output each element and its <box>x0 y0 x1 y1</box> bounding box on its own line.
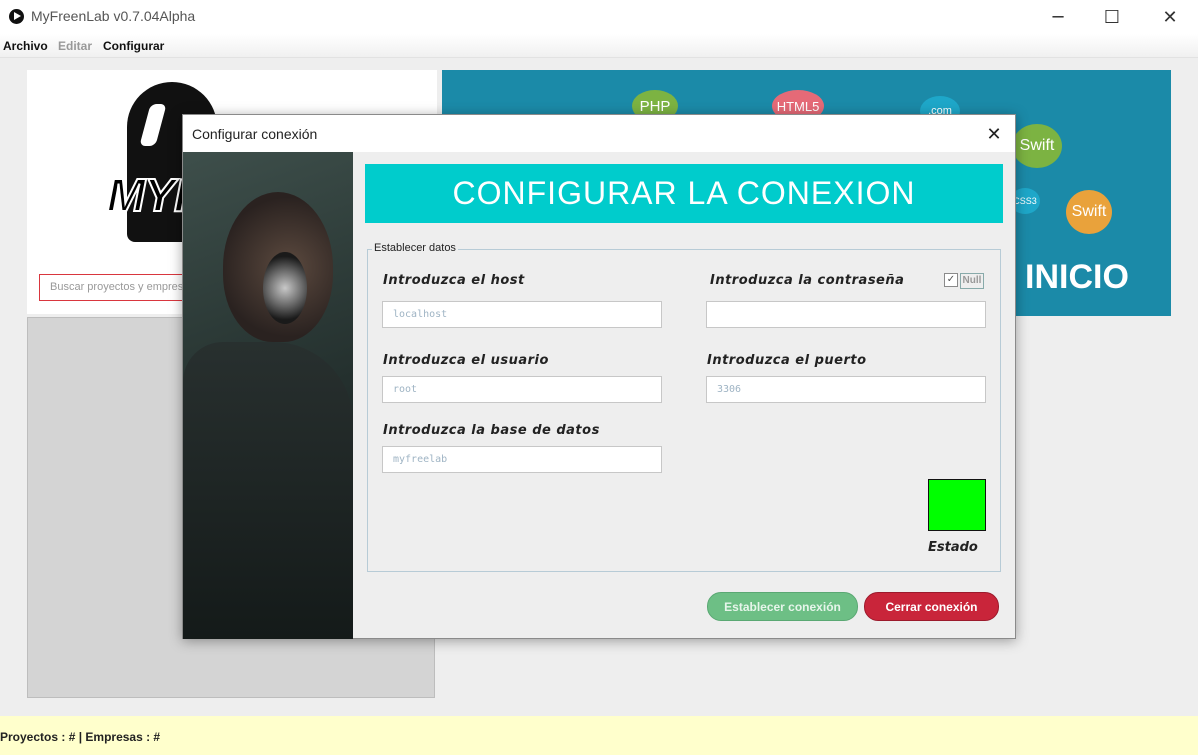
configure-connection-dialog: Configurar conexión ✕ CONFIGURAR LA CONE… <box>182 114 1016 639</box>
user-label: Introduzca el usuario <box>383 353 549 368</box>
close-connection-button[interactable]: Cerrar conexión <box>864 592 999 621</box>
menu-configurar[interactable]: Configurar <box>103 39 164 53</box>
null-checkbox[interactable]: ✓ <box>944 273 958 287</box>
dialog-close-button[interactable]: ✕ <box>981 121 1007 147</box>
user-field[interactable]: root <box>382 376 662 403</box>
menu-editar[interactable]: Editar <box>58 39 92 53</box>
app-icon <box>9 9 24 24</box>
swift-bubble: Swift <box>1012 124 1062 168</box>
fieldset-legend: Establecer datos <box>372 242 458 254</box>
database-label: Introduzca la base de datos <box>383 423 600 438</box>
establish-connection-button[interactable]: Establecer conexión <box>707 592 858 621</box>
password-label: Introduzca la contraseña <box>710 273 905 288</box>
host-label: Introduzca el host <box>383 273 525 288</box>
status-counts: Proyectos : # | Empresas : # <box>0 730 161 744</box>
close-window-button[interactable]: ✕ <box>1147 0 1193 34</box>
null-checkbox-label[interactable]: Null <box>960 273 984 289</box>
dialog-header-banner: CONFIGURAR LA CONEXION <box>365 164 1003 223</box>
window-titlebar: MyFreenLab v0.7.04Alpha ─ ☐ ✕ <box>0 0 1198 34</box>
window-title: MyFreenLab v0.7.04Alpha <box>31 8 196 24</box>
person-body-shape <box>183 342 353 639</box>
minimize-button[interactable]: ─ <box>1035 0 1081 34</box>
dialog-title: Configurar conexión <box>192 126 318 142</box>
developer-photo <box>183 152 353 639</box>
status-label: Estado <box>928 540 978 555</box>
connection-fieldset: Establecer datos <box>367 242 1001 572</box>
dialog-header-text: CONFIGURAR LA CONEXION <box>452 175 916 211</box>
host-field[interactable]: localhost <box>382 301 662 328</box>
connection-status-indicator <box>928 479 986 531</box>
swift-bubble-2: Swift <box>1066 190 1112 234</box>
port-field[interactable]: 3306 <box>706 376 986 403</box>
menu-bar: Archivo Editar Configurar <box>0 34 1198 58</box>
maximize-button[interactable]: ☐ <box>1089 0 1135 34</box>
banner-title: INICIO <box>1025 258 1129 296</box>
database-field[interactable]: myfreelab <box>382 446 662 473</box>
password-field[interactable] <box>706 301 986 328</box>
port-label: Introduzca el puerto <box>707 353 867 368</box>
status-bar: Proyectos : # | Empresas : # <box>0 716 1198 755</box>
headphones-icon <box>263 252 307 324</box>
menu-archivo[interactable]: Archivo <box>3 39 48 53</box>
dialog-titlebar: Configurar conexión ✕ <box>183 115 1015 152</box>
